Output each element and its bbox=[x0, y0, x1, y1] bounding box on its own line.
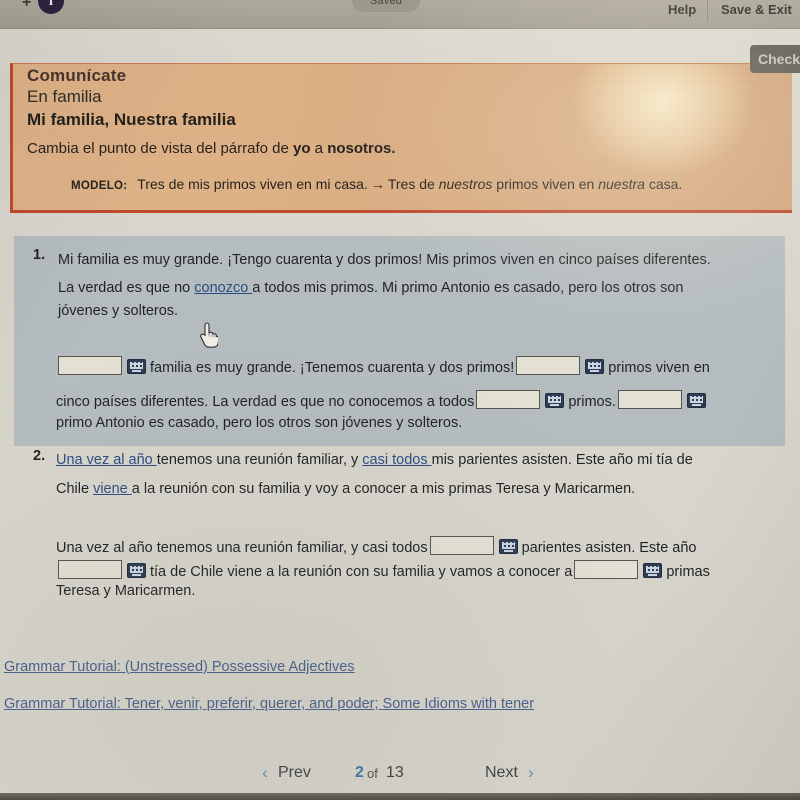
keyboard-accent-icon[interactable] bbox=[643, 563, 663, 578]
prompt-text: Una vez al año bbox=[56, 452, 157, 468]
answer-text: primas bbox=[666, 564, 710, 580]
keyboard-accent-icon[interactable] bbox=[127, 359, 146, 374]
prompt-text: a todos mis primos. Mi primo Antonio es … bbox=[252, 280, 684, 296]
answer-line: tía de Chile viene a la reunión con su f… bbox=[56, 560, 710, 580]
modelo-source-sentence: Tres de mis primos viven en mi casa. bbox=[137, 176, 368, 192]
prompt-text: mis parientes asisten. Este año mi tía d… bbox=[431, 452, 693, 468]
save-and-exit-button[interactable]: Save & Exit bbox=[721, 2, 792, 17]
answer-text: tía de Chile viene a la reunión con su f… bbox=[150, 564, 573, 580]
screen-bezel bbox=[0, 793, 800, 800]
next-button[interactable]: Next bbox=[485, 764, 518, 782]
modelo-target-italic-nuestros: nuestros bbox=[438, 176, 493, 192]
answer-text: primo Antonio es casado, pero los otros … bbox=[56, 415, 463, 431]
activity-title: Mi familia, Nuestra familia bbox=[27, 110, 236, 129]
activity-instruction-banner: Comunícate En familia Mi familia, Nuestr… bbox=[10, 63, 792, 213]
page-of-label: of bbox=[367, 766, 378, 781]
modelo-target-end: casa. bbox=[644, 176, 683, 192]
answer-blank-input[interactable] bbox=[516, 356, 581, 375]
section-kicker: Comunícate bbox=[27, 66, 127, 85]
app-top-bar: + i Saved Help Save & Exit bbox=[0, 0, 800, 29]
question-prompt-line: Una vez al año tenemos una reunión famil… bbox=[56, 452, 693, 468]
question-prompt-line: jóvenes y solteros. bbox=[58, 303, 178, 319]
current-page-number: 2 bbox=[355, 764, 364, 781]
answer-text: cinco países diferentes. La verdad es qu… bbox=[56, 394, 475, 410]
answer-text: Teresa y Maricarmen. bbox=[56, 583, 196, 599]
right-arrow-icon: → bbox=[370, 176, 385, 192]
answer-text: parientes asisten. Este año bbox=[521, 540, 697, 556]
saved-status-badge: Saved bbox=[352, 0, 420, 12]
answer-blank-input[interactable] bbox=[429, 536, 494, 555]
question-prompt-line: Chile viene a la reunión con su familia … bbox=[56, 481, 635, 497]
grammar-tutorial-link-1[interactable]: Grammar Tutorial: (Unstressed) Possessiv… bbox=[4, 659, 355, 675]
instruction-bold-nosotros: nosotros. bbox=[327, 140, 396, 157]
answer-blank-input[interactable] bbox=[58, 356, 122, 375]
modelo-target-italic-nuestra: nuestra bbox=[598, 176, 645, 192]
answer-blank-input[interactable] bbox=[58, 560, 122, 579]
prev-chevron-icon[interactable]: ‹ bbox=[262, 763, 268, 783]
prompt-text: Chile bbox=[56, 481, 94, 497]
plus-icon: + bbox=[22, 0, 32, 11]
answer-text: familia es muy grande. ¡Tenemos cuarenta… bbox=[150, 360, 515, 376]
question-prompt-line: La verdad es que no conozco a todos mis … bbox=[58, 280, 683, 296]
answer-line: cinco países diferentes. La verdad es qu… bbox=[56, 390, 710, 410]
prompt-text: La verdad es que no bbox=[58, 280, 195, 296]
prompt-text: viene bbox=[93, 481, 132, 497]
keyboard-accent-icon[interactable] bbox=[127, 563, 146, 578]
prev-button[interactable]: Prev bbox=[278, 764, 311, 782]
lesson-navigation-bar: ‹ Prev 2 of 13 Next › bbox=[0, 755, 800, 795]
answer-line: Una vez al año tenemos una reunión famil… bbox=[56, 536, 697, 556]
prompt-text: tenemos una reunión familiar, y bbox=[156, 452, 363, 468]
activity-subtitle: En familia bbox=[27, 87, 102, 106]
instruction-pre: Cambia el punto de vista del párrafo de bbox=[27, 140, 293, 157]
question-number: 2. bbox=[33, 448, 46, 464]
prompt-text: conozco bbox=[194, 280, 253, 296]
answer-text: primos viven en bbox=[608, 360, 710, 376]
answer-text: Una vez al año tenemos una reunión famil… bbox=[56, 540, 428, 556]
answer-line: primo Antonio es casado, pero los otros … bbox=[56, 415, 462, 431]
modelo-target-pre: Tres de bbox=[387, 176, 439, 192]
keyboard-accent-icon[interactable] bbox=[545, 393, 565, 408]
question-prompt-line: Mi familia es muy grande. ¡Tengo cuarent… bbox=[58, 252, 711, 268]
next-chevron-icon[interactable]: › bbox=[528, 763, 534, 783]
keyboard-accent-icon[interactable] bbox=[585, 359, 605, 374]
answer-text: primos. bbox=[568, 394, 616, 410]
answer-line: Teresa y Maricarmen. bbox=[56, 583, 195, 599]
grammar-tutorial-link-2[interactable]: Grammar Tutorial: Tener, venir, preferir… bbox=[4, 696, 534, 712]
screen-glare bbox=[573, 64, 753, 176]
activity-instruction-text: Cambia el punto de vista del párrafo de … bbox=[27, 140, 396, 157]
keyboard-accent-icon[interactable] bbox=[498, 539, 518, 554]
pointing-hand-cursor bbox=[198, 322, 220, 348]
answer-blank-input[interactable] bbox=[574, 560, 639, 579]
question-number: 1. bbox=[33, 247, 46, 263]
prompt-text: a la reunión con su familia y voy a cono… bbox=[131, 481, 636, 497]
total-page-count: 13 bbox=[386, 764, 404, 781]
prompt-text: jóvenes y solteros. bbox=[58, 303, 179, 319]
modelo-example-line: MODELO: Tres de mis primos viven en mi c… bbox=[71, 176, 682, 192]
keyboard-accent-icon[interactable] bbox=[686, 393, 706, 408]
help-button[interactable]: Help bbox=[668, 2, 696, 17]
instruction-mid: a bbox=[310, 140, 328, 157]
modelo-target-mid: primos viven en bbox=[492, 176, 599, 192]
answer-blank-input[interactable] bbox=[617, 390, 682, 409]
instruction-bold-yo: yo bbox=[293, 140, 311, 157]
answer-blank-input[interactable] bbox=[476, 390, 541, 409]
prompt-text: Mi familia es muy grande. ¡Tengo cuarent… bbox=[58, 252, 711, 268]
topbar-divider bbox=[707, 0, 708, 22]
check-button[interactable]: Check bbox=[750, 45, 800, 73]
prompt-text: casi todos bbox=[362, 452, 432, 468]
brand-logo-icon[interactable]: i bbox=[38, 0, 64, 14]
answer-line: familia es muy grande. ¡Tenemos cuarenta… bbox=[56, 356, 710, 376]
modelo-label: MODELO: bbox=[71, 180, 128, 192]
